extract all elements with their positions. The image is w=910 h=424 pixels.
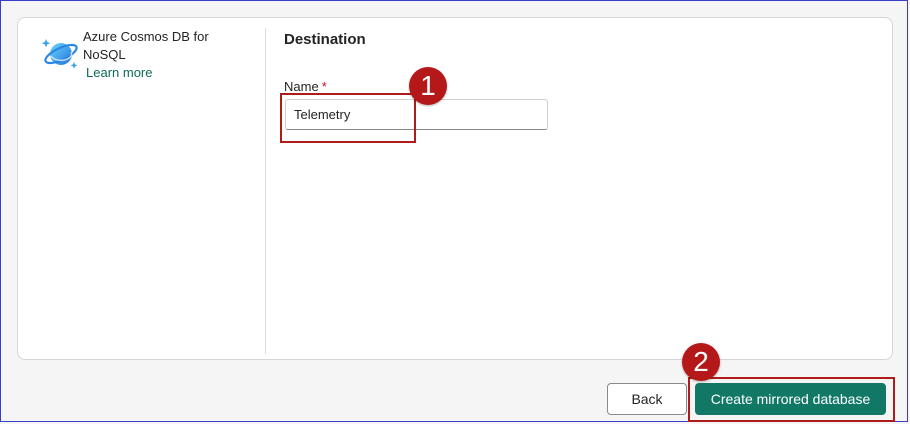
back-button[interactable]: Back — [607, 383, 687, 415]
cosmos-db-icon — [41, 33, 81, 73]
panel-divider — [265, 28, 266, 354]
required-marker: * — [321, 79, 327, 94]
learn-more-link[interactable]: Learn more — [86, 65, 152, 80]
create-mirrored-database-button[interactable]: Create mirrored database — [695, 383, 886, 415]
source-title: Azure Cosmos DB for NoSQL — [83, 29, 209, 62]
name-field-label: Name * — [284, 79, 327, 94]
name-input[interactable] — [285, 99, 548, 130]
step-1-badge: 1 — [409, 67, 447, 105]
destination-heading: Destination — [284, 31, 366, 48]
name-label-text: Name — [284, 79, 319, 94]
step-2-badge: 2 — [682, 343, 720, 381]
